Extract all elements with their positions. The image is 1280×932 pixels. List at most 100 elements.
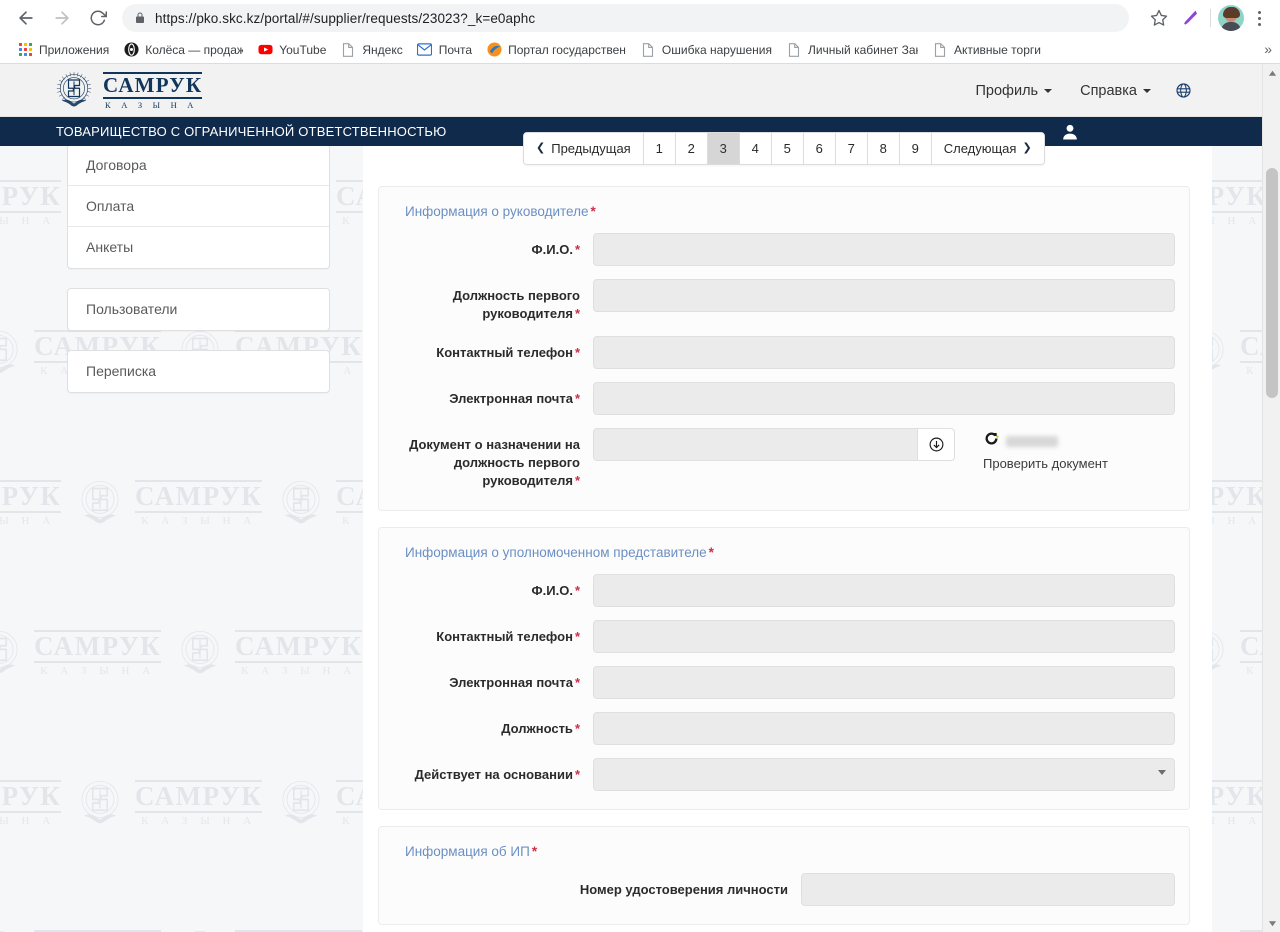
bookmark-yandex[interactable]: Яндекс <box>333 39 409 61</box>
nav-help-label: Справка <box>1080 83 1137 99</box>
scroll-up-arrow-icon[interactable] <box>1263 64 1280 82</box>
input-rep-fio[interactable] <box>593 574 1175 607</box>
user-icon[interactable] <box>1060 122 1080 142</box>
request-form-panel: ❮ Предыдущая 1 2 3 4 5 6 7 8 9 Следующая… <box>363 146 1212 932</box>
koleso-favicon <box>123 42 139 58</box>
forward-arrow-icon[interactable] <box>48 4 76 32</box>
input-director-phone[interactable] <box>593 336 1175 369</box>
select-rep-basis[interactable] <box>593 758 1175 791</box>
input-rep-position[interactable] <box>593 712 1175 745</box>
bookmark-lk-zakazchika[interactable]: Личный кабинет Зак <box>779 39 925 61</box>
vertical-scrollbar[interactable] <box>1262 64 1280 932</box>
emblem-icon <box>52 69 96 113</box>
required-marker: * <box>575 473 580 488</box>
sidebar: Договора Оплата Анкеты Пользователи Пере… <box>0 146 363 932</box>
page-favicon <box>340 42 356 58</box>
bookmark-label: Почта <box>439 43 472 57</box>
section-ip-info: Информация об ИП* Номер удостоверения ли… <box>378 826 1190 925</box>
sidebar-item-perepiska[interactable]: Переписка <box>68 351 329 392</box>
input-id-number[interactable] <box>801 873 1175 906</box>
section-representative-info: Информация о уполномоченном представител… <box>378 527 1190 810</box>
sidebar-group-users: Пользователи <box>67 288 330 331</box>
scroll-down-arrow-icon[interactable] <box>1263 914 1280 932</box>
verify-document-block: Проверить документ <box>983 428 1108 471</box>
bookmark-egov[interactable]: Портал государствен <box>479 39 633 61</box>
pagination-prev[interactable]: ❮ Предыдущая <box>524 133 644 164</box>
bookmark-label: YouTube <box>279 43 326 57</box>
star-icon[interactable] <box>1145 4 1173 32</box>
pagination-page-9[interactable]: 9 <box>900 133 932 164</box>
label-director-email: Электронная почта* <box>393 382 593 408</box>
globe-icon[interactable] <box>1165 76 1202 105</box>
pagination-page-4[interactable]: 4 <box>740 133 772 164</box>
chevron-right-icon: ❯ <box>1022 133 1031 164</box>
pagination-page-1[interactable]: 1 <box>644 133 676 164</box>
label-text: Ф.И.О. <box>532 242 573 257</box>
verify-document-link[interactable]: Проверить документ <box>983 456 1108 471</box>
bookmark-aktivnye-torgi[interactable]: Активные торги <box>925 39 1048 61</box>
three-dot-menu-icon[interactable] <box>1246 4 1272 32</box>
bookmark-kolesa[interactable]: Колёса — продажа а <box>116 39 250 61</box>
label-director-fio: Ф.И.О.* <box>393 233 593 259</box>
nav-profile[interactable]: Профиль <box>962 77 1067 105</box>
input-director-position[interactable] <box>593 279 1175 312</box>
bookmark-youtube[interactable]: YouTube <box>250 39 333 61</box>
label-rep-phone: Контактный телефон* <box>393 620 593 646</box>
page-favicon <box>640 42 656 58</box>
required-marker: * <box>575 391 580 406</box>
download-circle-icon[interactable] <box>917 428 955 461</box>
page-favicon <box>786 42 802 58</box>
pagination-page-6[interactable]: 6 <box>804 133 836 164</box>
nav-help[interactable]: Справка <box>1066 77 1165 105</box>
pagination-page-2[interactable]: 2 <box>676 133 708 164</box>
back-arrow-icon[interactable] <box>12 4 40 32</box>
samruk-kazyna-logo[interactable]: САМРУК К А З Ы Н А <box>52 69 202 113</box>
section-director-info: Информация о руководителе* Ф.И.О.* Должн… <box>378 186 1190 511</box>
field-row-appointment-document: Документ о назначении на должность перво… <box>393 428 1175 490</box>
input-appointment-document[interactable] <box>593 428 917 461</box>
label-rep-position: Должность* <box>393 712 593 738</box>
required-marker: * <box>575 242 580 257</box>
bookmark-mail[interactable]: Почта <box>410 39 479 61</box>
pagination-page-3[interactable]: 3 <box>708 133 740 164</box>
sidebar-item-oplata[interactable]: Оплата <box>68 186 329 227</box>
input-rep-phone[interactable] <box>593 620 1175 653</box>
field-row-rep-basis: Действует на основании* <box>393 758 1175 791</box>
sidebar-item-dogovora[interactable]: Договора <box>68 145 329 186</box>
pagination-next-label: Следующая <box>944 133 1017 164</box>
pagination-next[interactable]: Следующая ❯ <box>932 133 1044 164</box>
file-input-group <box>593 428 955 461</box>
page-viewport: САМРУКК А З Ы Н АСАМРУКК А З Ы Н АСАМРУК… <box>0 64 1280 932</box>
label-director-position: Должность первого руководителя* <box>393 279 593 323</box>
input-director-fio[interactable] <box>593 233 1175 266</box>
bookmarks-overflow-button[interactable]: » <box>1264 40 1272 58</box>
sidebar-item-ankety[interactable]: Анкеты <box>68 227 329 268</box>
scrollbar-thumb[interactable] <box>1266 168 1278 398</box>
label-id-number: Номер удостоверения личности <box>393 873 801 899</box>
lock-icon <box>134 11 146 25</box>
reload-icon[interactable] <box>84 4 112 32</box>
label-text: Должность <box>501 721 573 736</box>
sidebar-group-primary: Договора Оплата Анкеты <box>67 144 330 269</box>
profile-avatar[interactable] <box>1218 5 1244 31</box>
ecp-logo-icon <box>983 430 1000 452</box>
bookmark-oshibka[interactable]: Ошибка нарушения <box>633 39 779 61</box>
apps-grid-icon <box>17 42 33 58</box>
address-bar[interactable]: https://pko.skc.kz/portal/#/supplier/req… <box>122 4 1129 32</box>
bookmarks-bar: Приложения Колёса — продажа а YouTube Ян… <box>0 36 1280 63</box>
sidebar-item-polzovateli[interactable]: Пользователи <box>68 289 329 330</box>
label-rep-fio: Ф.И.О.* <box>393 574 593 600</box>
field-row-rep-phone: Контактный телефон* <box>393 620 1175 653</box>
content-area: Договора Оплата Анкеты Пользователи Пере… <box>0 146 1262 932</box>
pagination-page-8[interactable]: 8 <box>868 133 900 164</box>
pagination-page-5[interactable]: 5 <box>772 133 804 164</box>
pagination-page-7[interactable]: 7 <box>836 133 868 164</box>
input-director-email[interactable] <box>593 382 1175 415</box>
required-marker: * <box>532 844 537 859</box>
bookmark-apps[interactable]: Приложения <box>10 39 116 61</box>
section-representative-legend: Информация о уполномоченном представител… <box>405 545 1175 560</box>
section-ip-legend: Информация об ИП* <box>405 844 1175 859</box>
input-rep-email[interactable] <box>593 666 1175 699</box>
bookmark-label: Личный кабинет Зак <box>808 43 918 57</box>
pen-extension-icon[interactable] <box>1177 4 1203 32</box>
